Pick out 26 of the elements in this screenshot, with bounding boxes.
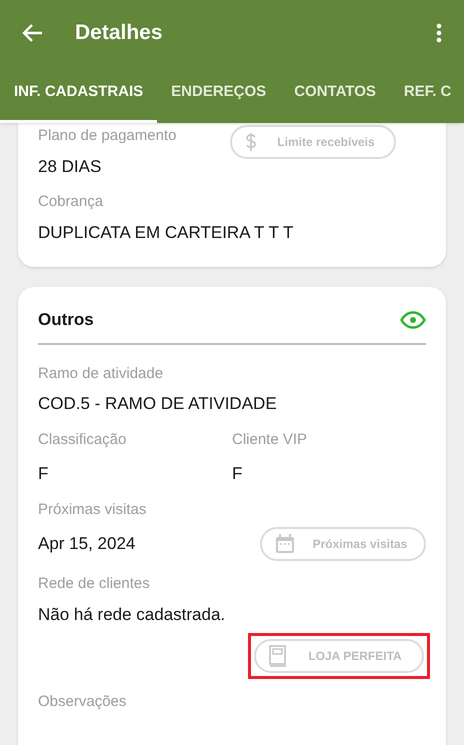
field-label: Plano de pagamento: [38, 126, 176, 146]
section-title: Outros: [38, 309, 94, 331]
back-icon[interactable]: [22, 22, 44, 44]
field-value: F: [38, 463, 50, 485]
dollar-icon: [244, 132, 258, 152]
field-value: Apr 15, 2024: [38, 533, 136, 556]
field-label: Classificação: [38, 430, 128, 450]
field-value: 28 DIAS: [38, 156, 102, 178]
tab[interactable]: ENDEREÇOS: [157, 65, 280, 123]
field-label: Observações: [38, 692, 128, 712]
field-label: Rede de clientes: [38, 574, 151, 594]
tab[interactable]: CONTATOS: [280, 65, 390, 123]
more-options-icon[interactable]: [436, 22, 442, 42]
field-label: Ramo de atividade: [38, 364, 164, 384]
screen-title: Detalhes: [75, 20, 164, 46]
field-value: F: [232, 463, 244, 485]
field-label: Cliente VIP: [232, 430, 308, 450]
field-label: Cobrança: [38, 192, 104, 212]
field-value: Não há rede cadastrada.: [38, 604, 226, 626]
book-icon: [268, 644, 288, 668]
tab[interactable]: REF. C: [390, 65, 464, 123]
eye-icon[interactable]: [400, 310, 426, 329]
field-value: DUPLICATA EM CARTEIRA T T T: [38, 222, 294, 244]
field-label: Próximas visitas: [38, 500, 148, 520]
calendar-icon: [274, 533, 296, 555]
field-value: COD.5 - RAMO DE ATIVIDADE: [38, 393, 278, 415]
